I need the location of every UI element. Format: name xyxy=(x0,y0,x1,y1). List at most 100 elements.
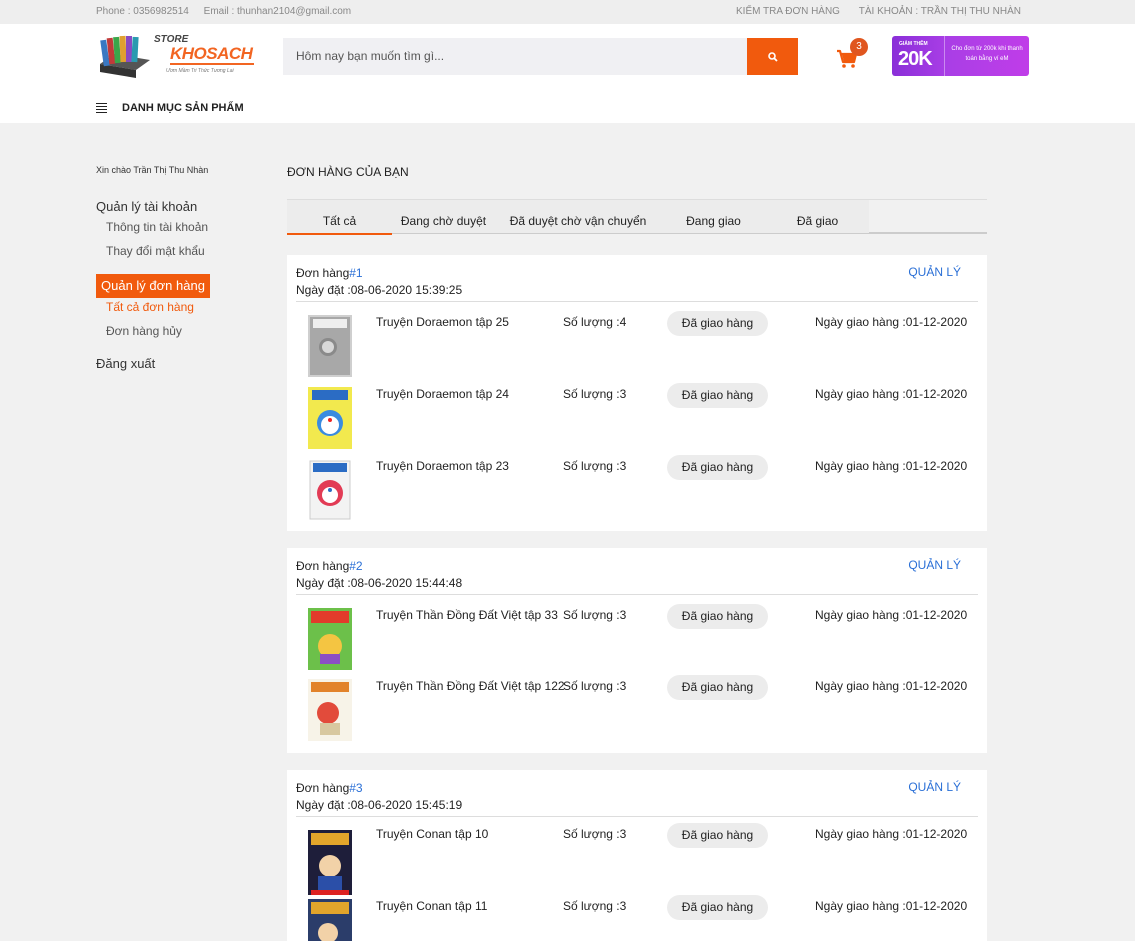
order-item: Truyện Conan tập 11 Số lượng :3 Đã giao … xyxy=(287,895,987,941)
delivery-date: Ngày giao hàng :01-12-2020 xyxy=(815,827,968,841)
status-badge: Đã giao hàng xyxy=(667,383,768,408)
book-cover-image[interactable] xyxy=(308,387,352,449)
item-quantity: Số lượng :3 xyxy=(563,608,627,622)
order-item: Truyện Thần Đồng Đất Việt tập 122 Số lượ… xyxy=(287,675,987,749)
delivery-date: Ngày giao hàng :01-12-2020 xyxy=(815,387,968,401)
item-title[interactable]: Truyện Conan tập 11 xyxy=(376,899,487,913)
status-badge: Đã giao hàng xyxy=(667,604,768,629)
tab-delivered[interactable]: Đã giao xyxy=(766,200,869,233)
book-cover-image[interactable] xyxy=(308,679,352,741)
search-icon xyxy=(767,51,778,62)
tab-pending[interactable]: Đang chờ duyệt xyxy=(392,200,495,233)
check-order-link[interactable]: Kiểm tra đơn hàng xyxy=(736,6,840,17)
promo-divider xyxy=(944,36,945,76)
order-item: Truyện Doraemon tập 25 Số lượng :4 Đã gi… xyxy=(287,311,987,385)
order-label: Đơn hàng xyxy=(296,559,350,573)
logo-underline xyxy=(170,63,254,65)
item-title[interactable]: Truyện Doraemon tập 25 xyxy=(376,315,509,329)
item-quantity: Số lượng :3 xyxy=(563,679,627,693)
phone-text: Phone : 0356982514 xyxy=(96,6,189,17)
tab-shipping[interactable]: Đang giao xyxy=(661,200,766,233)
manage-order-link[interactable]: QUẢN LÝ xyxy=(908,558,961,572)
order-label: Đơn hàng xyxy=(296,266,350,280)
order-divider xyxy=(296,816,978,817)
delivery-date: Ngày giao hàng :01-12-2020 xyxy=(815,679,968,693)
sidebar-item-all-orders[interactable]: Tất cả đơn hàng xyxy=(106,300,266,314)
item-quantity: Số lượng :3 xyxy=(563,899,627,913)
order-item: Truyện Doraemon tập 23 Số lượng :3 Đã gi… xyxy=(287,455,987,529)
book-cover-image[interactable] xyxy=(308,827,352,895)
email-text: Email : thunhan2104@gmail.com xyxy=(203,6,352,17)
promo-banner[interactable]: GIẢM THÊM 20K Cho đơn từ 200k khi thanh … xyxy=(892,36,1029,76)
search-input[interactable]: Hôm nay bạn muốn tìm gì... xyxy=(283,38,747,75)
item-title[interactable]: Truyện Thần Đồng Đất Việt tập 122 xyxy=(376,679,565,693)
logo-name-text: KHOSACH xyxy=(170,44,253,63)
account-link[interactable]: Tài khoản : Trần Thị Thu Nhàn xyxy=(859,6,1021,17)
item-title[interactable]: Truyện Conan tập 10 xyxy=(376,827,488,841)
sidebar-logout[interactable]: Đăng xuất xyxy=(96,356,266,371)
order-id[interactable]: #1 xyxy=(349,266,362,280)
books-logo-icon xyxy=(100,35,150,78)
order-divider xyxy=(296,301,978,302)
search-button[interactable] xyxy=(747,38,798,75)
item-quantity: Số lượng :3 xyxy=(563,459,627,473)
order-card: Đơn hàng#3 Ngày đặt :08-06-2020 15:45:19… xyxy=(287,770,987,941)
greeting-text: Xin chào Trần Thị Thu Nhàn xyxy=(96,165,209,175)
order-number: Đơn hàng#1 xyxy=(296,266,363,280)
status-badge: Đã giao hàng xyxy=(667,455,768,480)
book-cover-image[interactable] xyxy=(308,315,352,377)
item-title[interactable]: Truyện Doraemon tập 24 xyxy=(376,387,509,401)
order-item: Truyện Thần Đồng Đất Việt tập 33 Số lượn… xyxy=(287,604,987,678)
site-logo[interactable]: STORE KHOSACH Ươm Mầm Tri Thức Tương Lai xyxy=(96,32,256,84)
status-badge: Đã giao hàng xyxy=(667,823,768,848)
orders-main: Đơn hàng của bạn Tất cả Đang chờ duyệt Đ… xyxy=(287,165,987,941)
top-bar: Phone : 0356982514 Email : thunhan2104@g… xyxy=(0,0,1135,24)
tab-approved[interactable]: Đã duyệt chờ vận chuyển xyxy=(495,200,661,233)
order-number: Đơn hàng#3 xyxy=(296,781,363,795)
sidebar-item-change-password[interactable]: Thay đổi mật khẩu xyxy=(106,244,266,258)
status-badge: Đã giao hàng xyxy=(667,895,768,920)
book-cover-image[interactable] xyxy=(308,459,352,521)
item-quantity: Số lượng :3 xyxy=(563,387,627,401)
book-cover-image[interactable] xyxy=(308,899,352,941)
item-title[interactable]: Truyện Thần Đồng Đất Việt tập 33 xyxy=(376,608,558,622)
order-date: Ngày đặt :08-06-2020 15:44:48 xyxy=(296,576,463,590)
sidebar-account-mgmt[interactable]: Quản lý tài khoản xyxy=(96,199,266,214)
status-badge: Đã giao hàng xyxy=(667,311,768,336)
page-title: Đơn hàng của bạn xyxy=(287,165,409,179)
manage-order-link[interactable]: QUẢN LÝ xyxy=(908,265,961,279)
order-id[interactable]: #3 xyxy=(349,781,362,795)
category-nav-label: DANH MỤC SẢN PHẨM xyxy=(122,101,244,114)
order-divider xyxy=(296,594,978,595)
book-cover-image[interactable] xyxy=(308,608,352,670)
order-date: Ngày đặt :08-06-2020 15:45:19 xyxy=(296,798,463,812)
manage-order-link[interactable]: QUẢN LÝ xyxy=(908,780,961,794)
delivery-date: Ngày giao hàng :01-12-2020 xyxy=(815,459,968,473)
order-tabs: Tất cả Đang chờ duyệt Đã duyệt chờ vận c… xyxy=(287,199,987,235)
promo-small-text: GIẢM THÊM xyxy=(899,41,928,47)
order-item: Truyện Doraemon tập 24 Số lượng :3 Đã gi… xyxy=(287,383,987,457)
sidebar-item-account-info[interactable]: Thông tin tài khoản xyxy=(106,220,266,234)
promo-note: Cho đơn từ 200k khi thanh toán bằng ví e… xyxy=(951,46,1023,62)
order-item: Truyện Conan tập 10 Số lượng :3 Đã giao … xyxy=(287,823,987,897)
item-title[interactable]: Truyện Doraemon tập 23 xyxy=(376,459,509,473)
order-card: Đơn hàng#1 Ngày đặt :08-06-2020 15:39:25… xyxy=(287,255,987,531)
tab-all[interactable]: Tất cả xyxy=(287,200,392,235)
item-quantity: Số lượng :4 xyxy=(563,315,627,329)
header: STORE KHOSACH Ươm Mầm Tri Thức Tương Lai… xyxy=(0,24,1135,123)
top-links: Kiểm tra đơn hàng Tài khoản : Trần Thị T… xyxy=(720,6,1021,17)
sidebar-item-cancelled-orders[interactable]: Đơn hàng hủy xyxy=(106,324,266,338)
category-nav[interactable]: DANH MỤC SẢN PHẨM xyxy=(96,101,244,115)
order-label: Đơn hàng xyxy=(296,781,350,795)
sidebar-order-mgmt[interactable]: Quản lý đơn hàng xyxy=(96,274,210,298)
delivery-date: Ngày giao hàng :01-12-2020 xyxy=(815,608,968,622)
status-badge: Đã giao hàng xyxy=(667,675,768,700)
delivery-date: Ngày giao hàng :01-12-2020 xyxy=(815,899,968,913)
logo-slogan: Ươm Mầm Tri Thức Tương Lai xyxy=(166,68,234,74)
contact-info: Phone : 0356982514 Email : thunhan2104@g… xyxy=(96,6,363,17)
cart-count-badge: 3 xyxy=(850,38,868,56)
account-sidebar: Xin chào Trần Thị Thu Nhàn Quản lý tài k… xyxy=(96,165,266,371)
menu-icon xyxy=(96,101,107,115)
order-number: Đơn hàng#2 xyxy=(296,559,363,573)
order-id[interactable]: #2 xyxy=(349,559,362,573)
